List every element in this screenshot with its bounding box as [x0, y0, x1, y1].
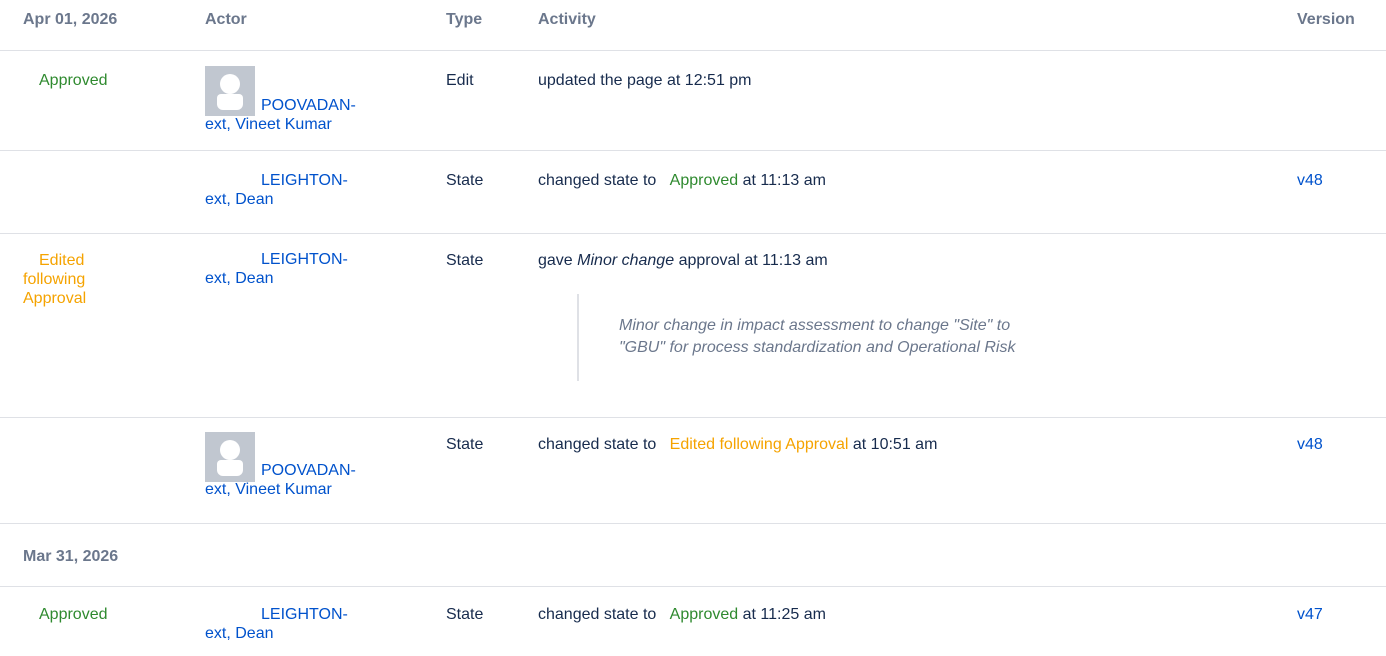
activity-text: gave Minor change approval at 11:13 am — [538, 251, 828, 270]
activity-text: changed state to Edited following Approv… — [538, 435, 937, 454]
actor-link[interactable]: POOVADAN- ext, Vineet Kumar — [205, 96, 385, 134]
version-link[interactable]: v48 — [1297, 435, 1323, 454]
table-row: Approved POOVADAN- ext, Vineet Kumar Edi… — [0, 51, 1386, 151]
activity-suffix: approval at 11:13 am — [678, 252, 828, 269]
state-line3: Approval — [23, 290, 87, 307]
actor-name-line2[interactable]: ext, Dean — [205, 269, 385, 288]
activity-state-edited: Edited following Approval — [669, 436, 849, 453]
activity-prefix: gave — [538, 252, 573, 269]
comment-line1: Minor change in impact assessment to cha… — [619, 317, 1011, 334]
state-badge-cont: following Approval — [23, 270, 86, 308]
state-badge: Approved — [39, 72, 108, 89]
actor-name-line2[interactable]: ext, Vineet Kumar — [205, 115, 385, 134]
activity-text: updated the page at 12:51 pm — [538, 72, 752, 89]
activity-prefix: changed state to — [538, 436, 657, 453]
date-header-mar-31: Mar 31, 2026 — [23, 548, 119, 565]
column-header-actor: Actor — [205, 11, 247, 28]
activity-emphasis: Minor change — [577, 252, 675, 269]
comment-line2: "GBU" for process standardization and Op… — [619, 339, 1016, 356]
column-header-activity: Activity — [538, 11, 596, 28]
activity-prefix: changed state to — [538, 606, 657, 623]
actor-link[interactable]: LEIGHTON- ext, Dean — [205, 171, 385, 209]
actor-link[interactable]: LEIGHTON- ext, Dean — [205, 605, 385, 643]
table-row: POOVADAN- ext, Vineet Kumar State change… — [0, 418, 1386, 524]
column-header-type: Type — [446, 11, 483, 28]
table-row: Edited following Approval LEIGHTON- ext,… — [0, 234, 1386, 418]
type-cell: State — [446, 436, 484, 453]
version-link[interactable]: v47 — [1297, 605, 1323, 624]
avatar-head-shape — [220, 74, 240, 94]
approval-comment: Minor change in impact assessment to cha… — [577, 294, 1137, 381]
version-link[interactable]: v48 — [1297, 171, 1323, 190]
activity-state-approved: Approved — [669, 172, 739, 189]
activity-suffix: at 11:13 am — [742, 172, 826, 189]
table-row: LEIGHTON- ext, Dean State changed state … — [0, 151, 1386, 234]
type-cell: Edit — [446, 72, 474, 89]
activity-text: changed state to Approved at 11:25 am — [538, 605, 826, 624]
table-row: Approved LEIGHTON- ext, Dean State chang… — [0, 587, 1386, 656]
activity-prefix: changed state to — [538, 172, 657, 189]
actor-name-line1[interactable]: POOVADAN- — [205, 96, 385, 115]
state-line2: following — [23, 271, 86, 288]
type-cell: State — [446, 172, 484, 189]
avatar-head-shape — [220, 440, 240, 460]
activity-text: changed state to Approved at 11:13 am — [538, 171, 826, 190]
type-cell: State — [446, 252, 484, 269]
actor-link[interactable]: LEIGHTON- ext, Dean — [205, 250, 385, 288]
actor-name-line2[interactable]: ext, Vineet Kumar — [205, 480, 385, 499]
activity-suffix: at 10:51 am — [852, 436, 938, 453]
actor-link[interactable]: POOVADAN- ext, Vineet Kumar — [205, 461, 385, 499]
state-badge: Approved — [39, 606, 108, 623]
table-header: Apr 01, 2026 Actor Type Activity Version — [0, 0, 1386, 51]
activity-state-approved: Approved — [669, 606, 739, 623]
date-group-header: Mar 31, 2026 — [0, 524, 1386, 587]
activity-suffix: at 11:25 am — [742, 606, 826, 623]
actor-name-line2[interactable]: ext, Dean — [205, 190, 385, 209]
actor-name-line1[interactable]: LEIGHTON- — [205, 171, 385, 190]
column-header-version: Version — [1297, 11, 1355, 28]
actor-name-line1[interactable]: LEIGHTON- — [205, 250, 385, 269]
actor-name-line1[interactable]: POOVADAN- — [205, 461, 385, 480]
date-header-apr-01: Apr 01, 2026 — [23, 11, 118, 28]
type-cell: State — [446, 606, 484, 623]
actor-name-line1[interactable]: LEIGHTON- — [205, 605, 385, 624]
actor-name-line2[interactable]: ext, Dean — [205, 624, 385, 643]
state-line1: Edited — [39, 252, 85, 269]
state-badge: Edited — [39, 251, 84, 270]
